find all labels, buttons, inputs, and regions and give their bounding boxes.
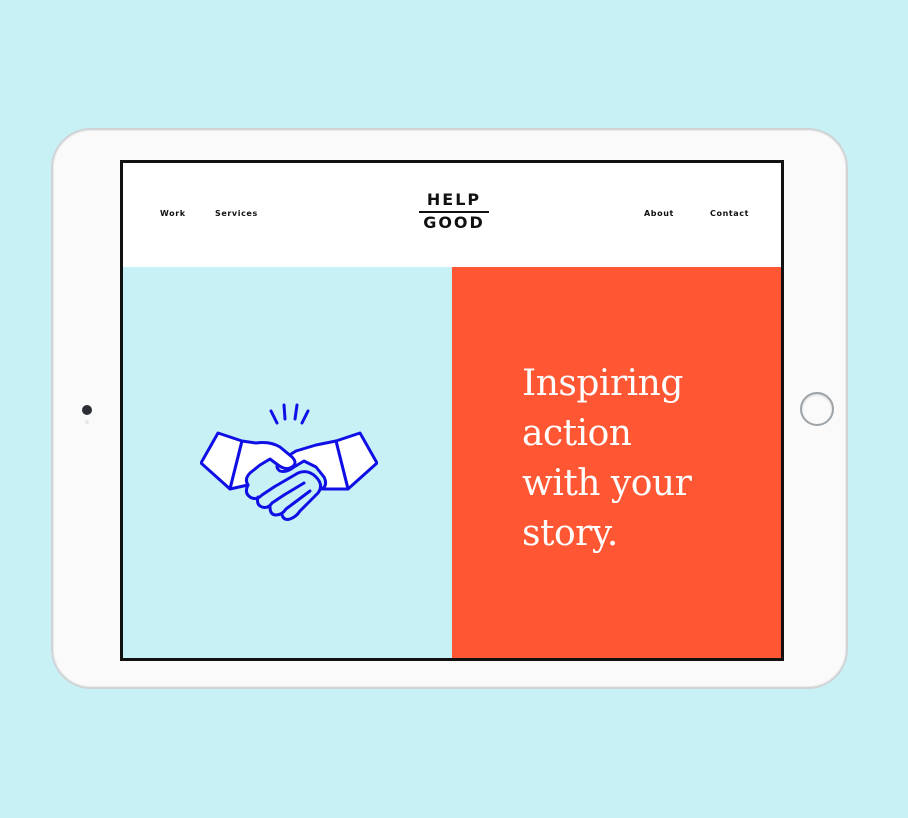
nav-link-work[interactable]: Work: [160, 209, 186, 218]
logo-word-good: GOOD: [423, 213, 485, 232]
logo-word-help: HELP: [426, 190, 482, 209]
site-header: Work Services HELP GOOD About Contact: [123, 163, 781, 267]
camera-icon: [82, 405, 92, 415]
site-logo[interactable]: HELP GOOD: [419, 191, 489, 232]
tagline-line: Inspiring: [522, 363, 683, 404]
tagline-line: story.: [522, 513, 618, 554]
nav-link-services[interactable]: Services: [215, 209, 258, 218]
hero-illustration-panel: [123, 267, 452, 658]
nav-link-about[interactable]: About: [644, 209, 674, 218]
tablet-screen: Work Services HELP GOOD About Contact In…: [120, 160, 784, 661]
home-button-icon[interactable]: [800, 392, 834, 426]
tagline-line: action: [522, 413, 632, 454]
hero-tagline: Inspiring action with your story.: [522, 359, 762, 559]
handshake-icon: [200, 403, 378, 521]
tagline-line: with your: [522, 463, 692, 504]
sensor-dot: [85, 420, 89, 424]
hero-tagline-panel: Inspiring action with your story.: [452, 267, 781, 658]
nav-link-contact[interactable]: Contact: [710, 209, 749, 218]
